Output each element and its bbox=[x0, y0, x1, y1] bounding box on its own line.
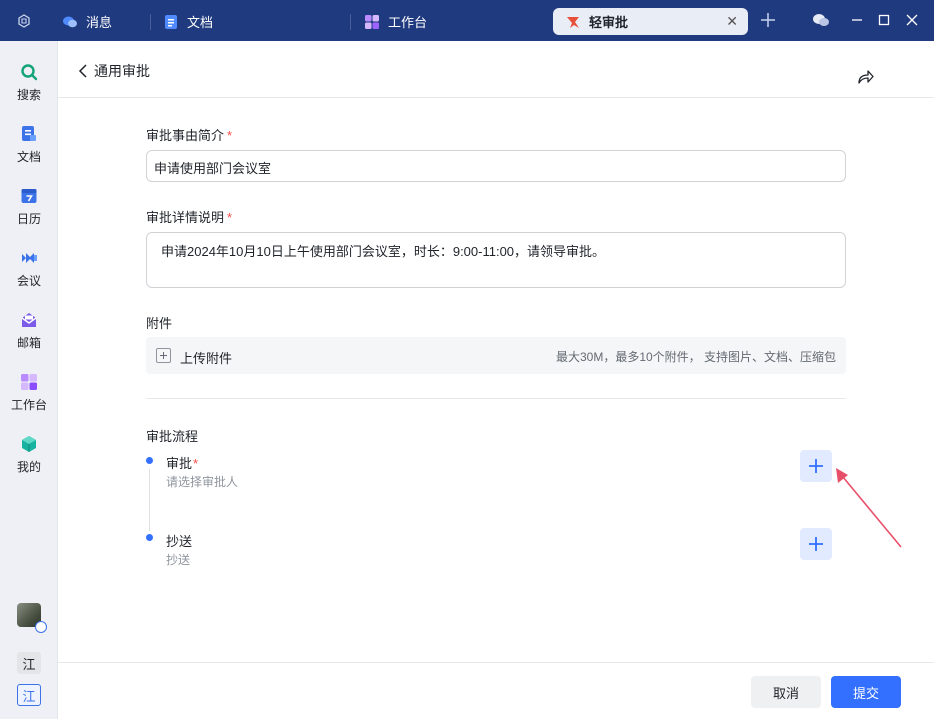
approval-form-panel: 通用审批 审批事由简介 * 申请使用部门会议室 审批详情说明 * 申请2024年10… bbox=[58, 41, 934, 719]
step-dot bbox=[146, 457, 153, 464]
flow-title: 审批流程 bbox=[146, 429, 199, 444]
meeting-icon bbox=[22, 253, 37, 263]
workbench-icon bbox=[21, 374, 37, 390]
tab-label: 工作台 bbox=[388, 15, 428, 30]
reason-input-value: 申请使用部门会议室 bbox=[154, 161, 272, 176]
plus-icon bbox=[761, 13, 775, 27]
status-badge bbox=[35, 621, 47, 633]
org-switch-1[interactable]: 江 bbox=[17, 652, 41, 674]
sidebar-item-label: 邮箱 bbox=[16, 336, 41, 350]
org-switch-2[interactable]: 江 bbox=[17, 684, 41, 706]
detail-textarea[interactable]: 申请2024年10月10日上午使用部门会议室，时长：9:00-11:00，请领导… bbox=[146, 232, 846, 288]
left-sidebar: 搜索 文档 日历 会议 邮箱 工作台 我的 江 江 bbox=[0, 41, 58, 719]
tab-docs[interactable]: 文档 bbox=[163, 8, 213, 35]
tab-separator bbox=[350, 14, 351, 30]
sidebar-item-me[interactable]: 我的 bbox=[0, 433, 58, 483]
page-title: 通用审批 bbox=[94, 63, 150, 79]
tab-messages[interactable]: 消息 bbox=[62, 8, 112, 35]
plus-icon bbox=[809, 459, 823, 473]
sidebar-item-search[interactable]: 搜索 bbox=[0, 61, 58, 111]
form-footer: 取消 提交 bbox=[58, 662, 934, 719]
minimize-icon bbox=[852, 19, 862, 21]
maximize-button[interactable] bbox=[874, 10, 894, 30]
detail-label: 审批详情说明 * bbox=[146, 207, 232, 226]
close-window-button[interactable] bbox=[902, 10, 922, 30]
workbench-icon bbox=[364, 14, 380, 30]
sidebar-item-mail[interactable]: 邮箱 bbox=[0, 309, 58, 359]
step-cc-subtitle: 抄送 bbox=[166, 553, 191, 567]
app-logo-icon[interactable] bbox=[16, 13, 32, 29]
page-header: 通用审批 bbox=[58, 41, 934, 98]
step-connector bbox=[149, 469, 150, 531]
sidebar-item-calendar[interactable]: 日历 bbox=[0, 185, 58, 235]
upload-label: 上传附件 bbox=[180, 351, 233, 366]
field-label-text: 审批事由简介 bbox=[146, 128, 225, 143]
share-icon[interactable] bbox=[856, 68, 874, 86]
sidebar-item-label: 会议 bbox=[16, 274, 41, 288]
plus-square-icon bbox=[156, 348, 171, 363]
submit-button[interactable]: 提交 bbox=[831, 676, 901, 708]
sidebar-item-label: 日历 bbox=[16, 212, 41, 226]
plus-icon bbox=[809, 537, 823, 551]
sidebar-item-label: 搜索 bbox=[16, 88, 41, 102]
minimize-button[interactable] bbox=[847, 10, 867, 30]
reason-input[interactable]: 申请使用部门会议室 bbox=[146, 150, 846, 182]
required-mark: * bbox=[227, 128, 233, 143]
chat-icon bbox=[62, 14, 78, 30]
reason-label: 审批事由简介 * bbox=[146, 125, 232, 144]
step-dot bbox=[146, 534, 153, 541]
step-approver-title: 审批* bbox=[166, 453, 198, 472]
chat-bubbles-icon bbox=[813, 14, 829, 26]
field-label-text: 审批详情说明 bbox=[146, 210, 225, 225]
doc-icon bbox=[22, 126, 36, 141]
sidebar-item-label: 工作台 bbox=[10, 398, 47, 412]
close-icon bbox=[906, 14, 918, 26]
mail-icon bbox=[21, 313, 37, 327]
chevron-left-icon bbox=[78, 64, 87, 78]
upload-attachment-button[interactable]: 上传附件 最大30M，最多10个附件， 支持图片、文档、压缩包 bbox=[146, 337, 846, 374]
back-link[interactable]: 通用审批 bbox=[78, 61, 150, 81]
step-title-text: 审批 bbox=[166, 456, 193, 471]
add-cc-button[interactable] bbox=[800, 528, 832, 560]
maximize-icon bbox=[878, 14, 890, 26]
sidebar-item-label: 文档 bbox=[16, 150, 41, 164]
title-bar: 消息 文档 工作台 轻审批 ✕ bbox=[0, 0, 934, 41]
sidebar-item-label: 我的 bbox=[16, 460, 41, 474]
attachment-label: 附件 bbox=[146, 316, 173, 331]
add-approver-button[interactable] bbox=[800, 450, 832, 482]
tab-workbench[interactable]: 工作台 bbox=[364, 8, 427, 35]
required-mark: * bbox=[193, 456, 199, 471]
cancel-button[interactable]: 取消 bbox=[751, 676, 821, 708]
new-tab-button[interactable] bbox=[758, 10, 778, 30]
tab-label: 轻审批 bbox=[589, 15, 629, 30]
search-icon bbox=[21, 64, 38, 81]
feedback-button[interactable] bbox=[811, 10, 831, 30]
calendar-icon bbox=[21, 189, 37, 203]
section-divider bbox=[146, 398, 846, 399]
sidebar-item-docs[interactable]: 文档 bbox=[0, 123, 58, 173]
required-mark: * bbox=[227, 210, 233, 225]
step-cc-title: 抄送 bbox=[166, 534, 193, 549]
approval-icon bbox=[565, 14, 581, 30]
doc-icon bbox=[163, 14, 179, 30]
annotation-arrow-icon bbox=[836, 468, 902, 548]
close-tab-icon[interactable]: ✕ bbox=[726, 13, 738, 30]
tab-label: 消息 bbox=[86, 15, 113, 30]
sidebar-item-meeting[interactable]: 会议 bbox=[0, 247, 58, 297]
sidebar-item-workbench[interactable]: 工作台 bbox=[0, 371, 58, 421]
step-approver-subtitle: 请选择审批人 bbox=[166, 475, 239, 489]
upload-hint: 最大30M，最多10个附件， 支持图片、文档、压缩包 bbox=[555, 350, 836, 364]
detail-textarea-value: 申请2024年10月10日上午使用部门会议室，时长：9:00-11:00，请领导… bbox=[161, 244, 606, 259]
tab-light-approval[interactable]: 轻审批 ✕ bbox=[553, 8, 748, 35]
tab-label: 文档 bbox=[187, 15, 214, 30]
tab-separator bbox=[150, 14, 151, 30]
cube-icon bbox=[22, 436, 36, 452]
